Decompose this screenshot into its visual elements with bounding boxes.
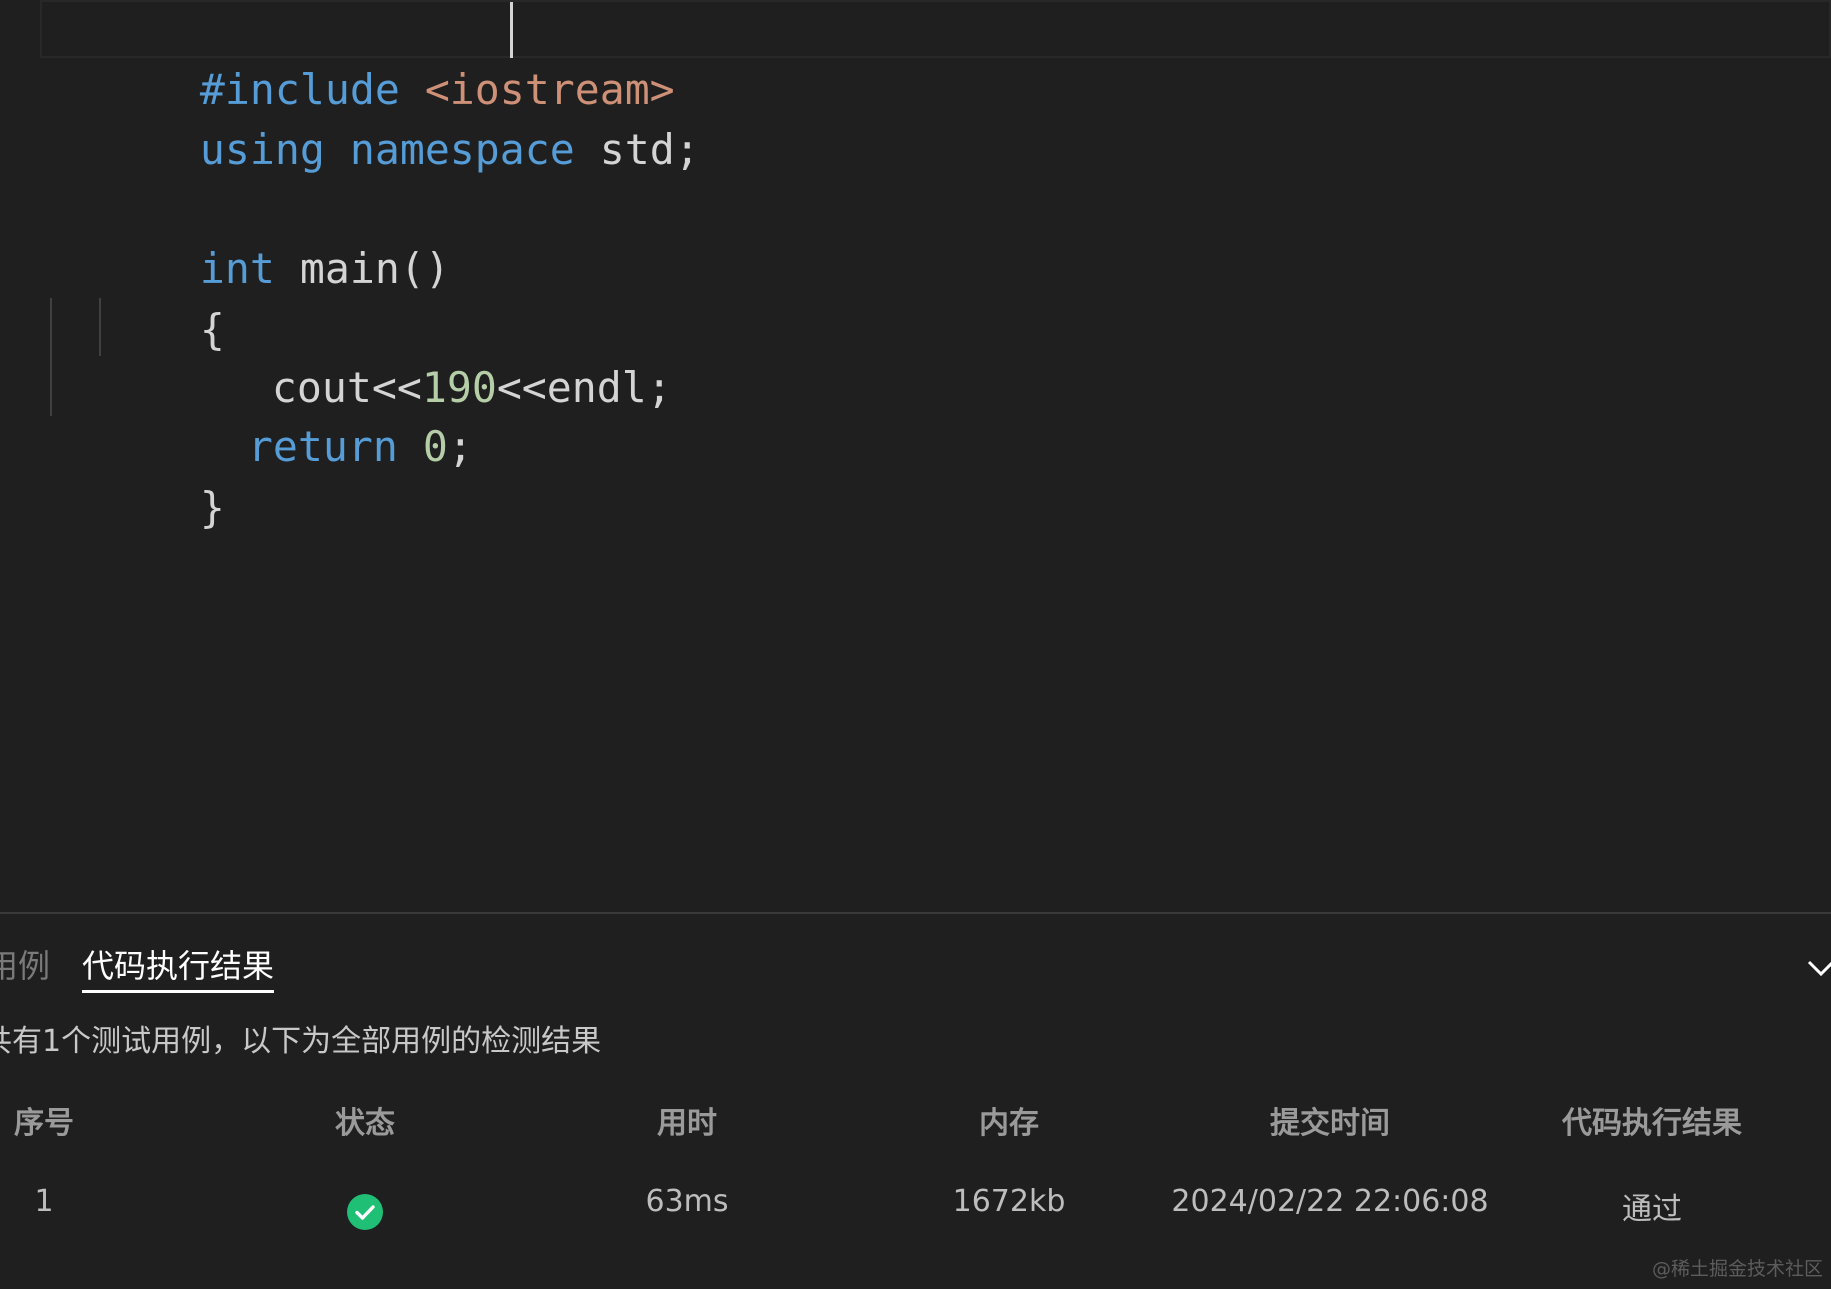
- tab-test-cases[interactable]: 用例: [0, 942, 50, 990]
- code-token: namespace: [349, 125, 575, 174]
- cell-memory: 1672kb: [952, 1184, 1066, 1219]
- code-editor[interactable]: #include <iostream> using namespace std;…: [0, 0, 1831, 912]
- tab-execution-result[interactable]: 代码执行结果: [82, 942, 275, 993]
- check-circle-icon: [347, 1194, 383, 1230]
- text-cursor: [510, 2, 513, 58]
- result-panel: 用例 代码执行结果 共有1个测试用例，以下为全部用例的检测结果 序号 状态 用时…: [0, 912, 1831, 1289]
- cell-time: 63ms: [645, 1184, 729, 1219]
- code-token: 0: [422, 422, 448, 471]
- code-token: main(): [299, 244, 450, 293]
- code-token: }: [199, 483, 225, 532]
- code-line-8[interactable]: }: [50, 418, 225, 532]
- column-header-memory: 内存: [979, 1106, 1039, 1141]
- column-header-index: 序号: [14, 1106, 74, 1141]
- result-summary: 共有1个测试用例，以下为全部用例的检测结果: [0, 1024, 602, 1059]
- code-line-1[interactable]: #include <iostream>: [50, 0, 675, 114]
- code-line-5[interactable]: {: [50, 240, 225, 354]
- chevron-down-icon[interactable]: [1805, 954, 1831, 980]
- code-line-7[interactable]: return 0;: [98, 357, 473, 471]
- column-header-time: 用时: [657, 1106, 717, 1141]
- code-token: std;: [599, 125, 700, 174]
- cell-submit-time: 2024/02/22 22:06:08: [1171, 1184, 1489, 1219]
- column-header-submit-time: 提交时间: [1270, 1106, 1390, 1141]
- code-token: using: [199, 125, 325, 174]
- code-line-6[interactable]: cout<<190<<endl;: [122, 298, 672, 412]
- code-judge-window: #include <iostream> using namespace std;…: [0, 0, 1831, 1289]
- code-line-2[interactable]: using namespace std;: [50, 60, 700, 174]
- column-header-result: 代码执行结果: [1562, 1106, 1742, 1141]
- code-token: <<endl;: [496, 363, 672, 412]
- cell-index: 1: [34, 1184, 54, 1219]
- cell-result: 通过: [1622, 1192, 1682, 1227]
- code-token: ;: [447, 422, 473, 471]
- column-header-status: 状态: [335, 1106, 395, 1141]
- code-token: return: [247, 422, 398, 471]
- indent-guide: [50, 298, 52, 416]
- code-line-4[interactable]: int main(): [50, 179, 450, 293]
- watermark: @稀土掘金技术社区: [1651, 1258, 1823, 1280]
- indent-guide: [99, 298, 101, 356]
